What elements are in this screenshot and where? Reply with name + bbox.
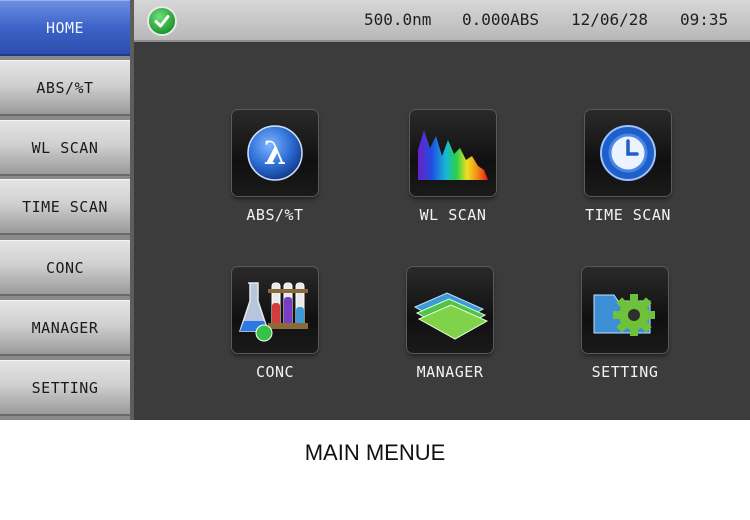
- svg-text:λ: λ: [264, 134, 286, 172]
- app-abs-t[interactable]: λ ABS/%T: [200, 110, 350, 224]
- app-conc-label: CONC: [255, 363, 295, 381]
- folders-icon: [407, 267, 493, 353]
- sidebar-item-conc[interactable]: CONC: [0, 240, 130, 296]
- sidebar-item-abs-t[interactable]: ABS/%T: [0, 60, 130, 116]
- sidebar-item-time-scan[interactable]: TIME SCAN: [0, 179, 130, 235]
- folder-gear-icon: [582, 267, 668, 353]
- lambda-icon: λ: [232, 110, 318, 196]
- spectrum-icon: [410, 110, 496, 196]
- sidebar-item-wl-scan[interactable]: WL SCAN: [0, 120, 130, 176]
- app-setting-label: SETTING: [591, 363, 659, 381]
- status-bar: 500.0nm 0.000ABS 12/06/28 09:35: [134, 0, 750, 42]
- app-setting[interactable]: SETTING: [550, 267, 700, 381]
- figure-caption: MAIN MENUE: [304, 440, 446, 465]
- sidebar-item-manager[interactable]: MANAGER: [0, 300, 130, 356]
- time-readout: 09:35: [680, 10, 729, 29]
- app-wl-scan-label: WL SCAN: [419, 206, 487, 224]
- app-conc[interactable]: CONC: [200, 267, 350, 381]
- sidebar-item-setting[interactable]: SETTING: [0, 360, 130, 416]
- checkmark-icon: [147, 6, 177, 36]
- app-time-scan[interactable]: TIME SCAN: [553, 110, 703, 224]
- app-manager[interactable]: MANAGER: [375, 267, 525, 381]
- date-readout: 12/06/28: [571, 10, 649, 29]
- app-time-scan-label: TIME SCAN: [585, 206, 671, 224]
- app-abs-t-label: ABS/%T: [246, 206, 304, 224]
- sidebar: HOME ABS/%T WL SCAN TIME SCAN CONC MANAG…: [0, 0, 134, 420]
- clock-icon: [585, 110, 671, 196]
- app-manager-label: MANAGER: [416, 363, 484, 381]
- wavelength-readout: 500.0nm: [364, 10, 432, 29]
- flasks-icon: [232, 267, 318, 353]
- instrument-screen: HOME ABS/%T WL SCAN TIME SCAN CONC MANAG…: [0, 0, 750, 420]
- app-wl-scan[interactable]: WL SCAN: [378, 110, 528, 224]
- sidebar-item-home[interactable]: HOME: [0, 0, 130, 56]
- absorbance-readout: 0.000ABS: [462, 10, 540, 29]
